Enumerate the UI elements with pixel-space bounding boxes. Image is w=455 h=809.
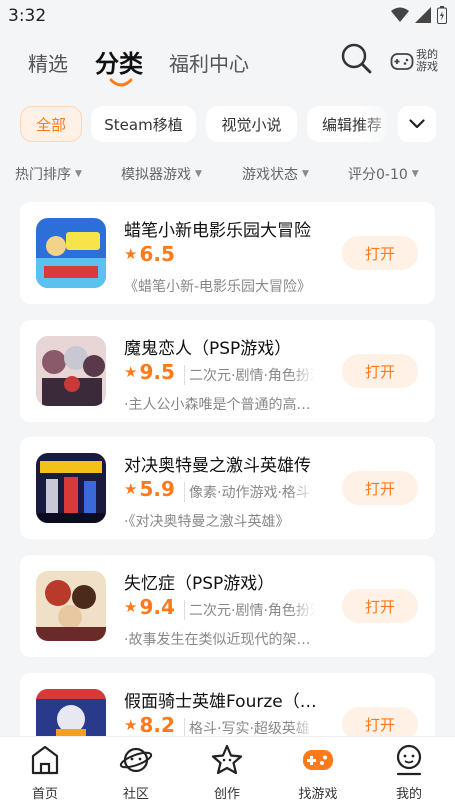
caret-down-icon: ▼ [75,169,82,179]
game-cover [36,336,106,406]
expand-chips-button[interactable] [398,106,436,142]
status-bar: 3:32 [0,0,455,32]
game-card[interactable]: 失忆症（PSP游戏） ★ 9.4 二次元·剧情·角色扮演 ·故事发生在类似近现代的… [20,555,435,657]
caret-down-icon: ▼ [411,169,419,179]
nav-create-label: 创作 [213,787,240,802]
profile-icon [396,744,422,776]
nav-find-games[interactable]: 找游戏 [283,743,353,805]
status-time: 3:32 [8,6,47,26]
game-card[interactable]: 蜡笔小新电影乐园大冒险 ★ 6.5 《蜡笔小新-电影乐园大冒险》 打开 [20,202,435,304]
filter-game-status[interactable]: 游戏状态 ▼ [242,164,309,184]
game-score: 5.9 [139,477,175,501]
game-card[interactable]: 对决奥特曼之激斗英雄传 ★ 5.9 像素·动作游戏·格斗 ·《对决奥特曼之激斗英雄… [20,437,435,539]
game-rating: ★ 5.9 [124,477,175,501]
filter-emulator-label: 模拟器游戏 [121,167,191,183]
game-cover [36,218,106,288]
my-games-label: 我的游戏 [416,48,438,73]
game-description: ·主人公小森唯是个普通的高中生 [124,397,320,413]
gamepad-icon [303,750,333,770]
game-tags: 像素·动作游戏·格斗 [184,482,316,502]
nav-community-label: 社区 [122,787,149,802]
search-icon[interactable] [340,42,372,74]
filter-emulator[interactable]: 模拟器游戏 ▼ [121,164,202,184]
game-score: 8.2 [139,713,175,737]
open-button[interactable]: 打开 [342,236,418,270]
tab-active-indicator [109,78,133,87]
nav-home[interactable]: 首页 [10,743,80,805]
star-icon: ★ [124,598,138,616]
game-description: ·故事发生在类似近现代的架空世界 [124,632,320,648]
chip-fade [360,106,396,142]
game-tags: 二次元·剧情·角色扮演 [184,365,316,385]
top-nav: 精选 分类 福利中心 我的游戏 [0,34,455,90]
bottom-nav: 首页 社区 创作 找游戏 我的 [0,736,455,809]
gamepad-icon [390,53,414,70]
star-icon: ★ [124,363,138,381]
star-icon: ★ [124,245,138,263]
game-rating: ★ 6.5 [124,242,175,266]
nav-profile[interactable]: 我的 [374,743,444,805]
game-title: 魔鬼恋人（PSP游戏） [124,339,292,359]
caret-down-icon: ▼ [195,169,202,179]
chip-visual-novel[interactable]: 视觉小说 [206,106,297,142]
chip-steam-port[interactable]: Steam移植 [91,106,196,142]
game-title: 蜡笔小新电影乐园大冒险 [124,221,311,241]
game-title: 假面骑士英雄Fourze（PSP游戏） [124,692,320,712]
chip-all[interactable]: 全部 [20,106,82,142]
filter-sort[interactable]: 热门排序 ▼ [15,164,82,184]
game-score: 9.5 [139,360,175,384]
filter-score[interactable]: 评分0-10 ▼ [348,164,419,184]
game-cover [36,571,106,641]
my-games-button[interactable]: 我的游戏 [390,44,446,78]
filter-row: 热门排序 ▼ 模拟器游戏 ▼ 游戏状态 ▼ 评分0-10 ▼ [0,162,455,188]
game-description: ·《对决奥特曼之激斗英雄》 [124,514,290,530]
game-tags: 二次元·剧情·角色扮演 [184,600,316,620]
signal-icon [415,7,431,23]
nav-home-label: 首页 [31,787,58,802]
open-button[interactable]: 打开 [342,471,418,505]
tab-welfare-center[interactable]: 福利中心 [169,48,249,77]
game-title: 对决奥特曼之激斗英雄传 [124,456,311,476]
nav-community[interactable]: 社区 [101,743,171,805]
caret-down-icon: ▼ [302,169,309,179]
game-cover [36,453,106,523]
filter-sort-label: 热门排序 [15,167,71,183]
game-tags: 格斗·写实·超级英雄 [184,718,316,738]
tab-featured[interactable]: 精选 [28,48,68,77]
game-title: 失忆症（PSP游戏） [124,574,275,594]
game-rating: ★ 9.4 [124,595,175,619]
star-icon: ★ [124,716,138,734]
filter-game-status-label: 游戏状态 [242,167,298,183]
nav-create[interactable]: 创作 [192,743,262,805]
game-rating: ★ 9.5 [124,360,175,384]
game-description: 《蜡笔小新-电影乐园大冒险》 [124,279,312,295]
game-score: 9.4 [139,595,175,619]
nav-find-games-label: 找游戏 [298,787,338,802]
open-button[interactable]: 打开 [342,589,418,623]
open-button[interactable]: 打开 [342,354,418,388]
tab-category[interactable]: 分类 [95,44,143,79]
wifi-icon [391,7,409,22]
battery-icon [437,6,447,24]
star-icon: ★ [124,480,138,498]
game-card[interactable]: 魔鬼恋人（PSP游戏） ★ 9.5 二次元·剧情·角色扮演 ·主人公小森唯是个普通… [20,320,435,422]
star-icon [211,744,243,775]
game-rating: ★ 8.2 [124,713,175,737]
chevron-down-icon [409,119,425,129]
nav-profile-label: 我的 [395,787,422,802]
filter-score-label: 评分0-10 [348,167,408,183]
home-icon [31,745,59,775]
game-score: 6.5 [139,242,175,266]
planet-icon [119,747,153,773]
